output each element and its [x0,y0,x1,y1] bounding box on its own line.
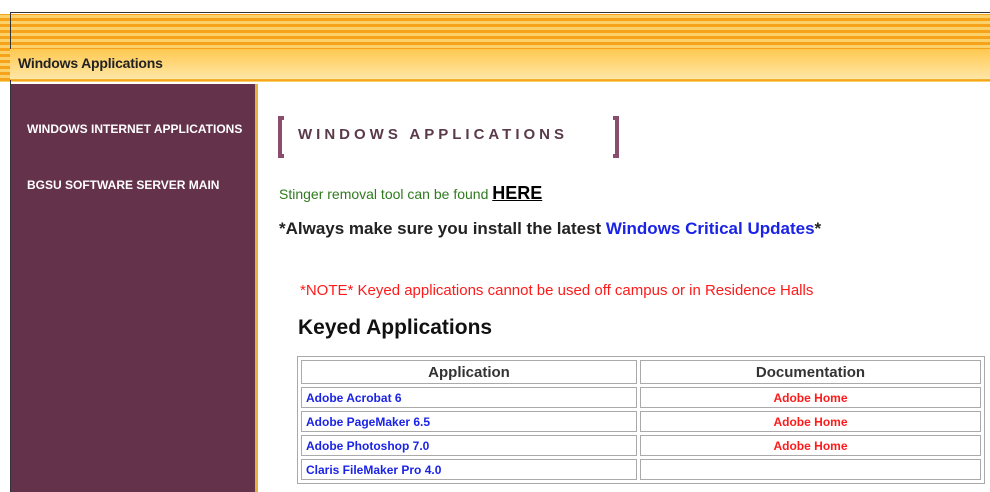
documentation-link[interactable]: Adobe Home [640,387,981,408]
frame-top-border [10,12,990,13]
stinger-here-link[interactable]: HERE [492,183,542,203]
table-row: Adobe Photoshop 7.0 Adobe Home [301,435,981,456]
table-row: Claris FileMaker Pro 4.0 [301,459,981,480]
application-link[interactable]: Adobe Photoshop 7.0 [301,435,637,456]
sidebar-item-bgsu-software-server-main[interactable]: BGSU SOFTWARE SERVER MAIN [27,176,247,194]
application-link[interactable]: Adobe PageMaker 6.5 [301,411,637,432]
table-row: Adobe Acrobat 6 Adobe Home [301,387,981,408]
keyed-applications-title: Keyed Applications [298,316,493,339]
column-header-documentation: Documentation [640,360,981,384]
sidebar-divider [255,84,258,492]
keyed-applications-table: Application Documentation Adobe Acrobat … [297,356,985,484]
page-title: Windows Applications [18,55,163,71]
application-link[interactable]: Adobe Acrobat 6 [301,387,637,408]
updates-notice: *Always make sure you install the latest… [279,219,821,239]
left-bracket-decoration [278,116,284,158]
sidebar-item-windows-internet-applications[interactable]: WINDOWS INTERNET APPLICATIONS [27,120,247,138]
table-header-row: Application Documentation [301,360,981,384]
sidebar: WINDOWS INTERNET APPLICATIONS BGSU SOFTW… [11,84,255,492]
updates-suffix: * [814,219,822,238]
documentation-cell [640,459,981,480]
heading-text: WINDOWS APPLICATIONS [298,126,568,143]
updates-prefix: *Always make sure you install the latest [279,219,606,238]
application-link[interactable]: Claris FileMaker Pro 4.0 [301,459,637,480]
documentation-link[interactable]: Adobe Home [640,411,981,432]
keyed-note: *NOTE* Keyed applications cannot be used… [300,282,814,299]
column-header-application: Application [301,360,637,384]
table-row: Adobe PageMaker 6.5 Adobe Home [301,411,981,432]
windows-critical-updates-link[interactable]: Windows Critical Updates [606,219,815,238]
documentation-link[interactable]: Adobe Home [640,435,981,456]
stinger-notice: Stinger removal tool can be found HERE [279,183,542,204]
title-bar: Windows Applications [10,49,990,80]
right-bracket-decoration [613,116,619,158]
stinger-text: Stinger removal tool can be found [279,186,493,202]
